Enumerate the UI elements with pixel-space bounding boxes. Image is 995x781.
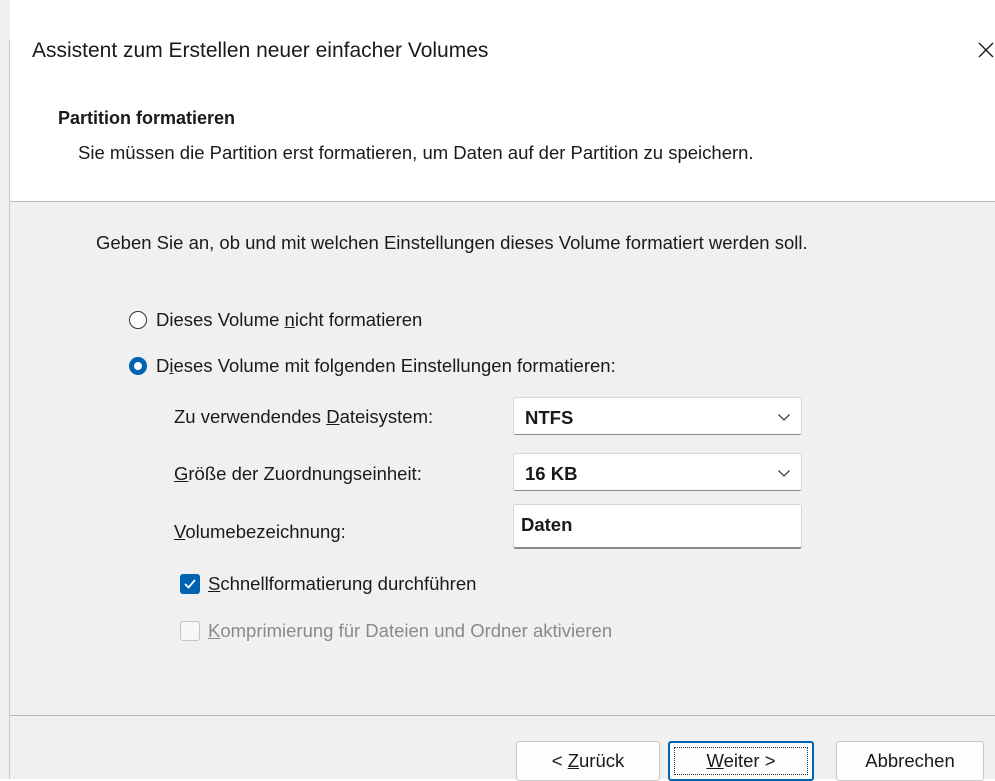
label-part: ateisystem: [339, 406, 434, 427]
label-accelerator: n [284, 309, 295, 330]
volume-label-label: Volumebezeichnung: [174, 521, 346, 543]
label-accelerator: S [208, 573, 221, 594]
filesystem-select[interactable]: NTFS [513, 397, 802, 435]
label-part: omprimierung für Dateien und Ordner akti… [220, 620, 613, 641]
quick-format-label: Schnellformatierung durchführen [208, 573, 476, 595]
footer-divider [10, 715, 995, 716]
label-part: D [156, 355, 170, 376]
allocation-select[interactable]: 16 KB [513, 453, 802, 491]
label-part: chnellformatierung durchführen [220, 573, 477, 594]
radio-no-format-label: Dieses Volume nicht formatieren [156, 309, 422, 331]
next-button[interactable]: Weiter > [668, 741, 814, 781]
back-button-label: < Zurück [552, 750, 625, 772]
chevron-down-icon [777, 410, 791, 429]
cancel-button-label: Abbrechen [865, 750, 955, 771]
quick-format-checkbox[interactable]: Schnellformatierung durchführen [180, 573, 476, 595]
focus-rectangle [674, 747, 808, 775]
label-accelerator: K [208, 620, 221, 641]
radio-format[interactable]: Dieses Volume mit folgenden Einstellunge… [129, 355, 616, 377]
radio-format-indicator[interactable] [129, 357, 147, 375]
label-part: < [551, 750, 568, 771]
page-title: Partition formatieren [58, 108, 236, 128]
label-part: Dieses Volume [156, 309, 285, 330]
instruction-text: Geben Sie an, ob und mit welchen Einstel… [96, 232, 808, 253]
window-title: Assistent zum Erstellen neuer einfacher … [32, 39, 489, 62]
checkbox-empty-icon [180, 621, 200, 641]
compression-label: Komprimierung für Dateien und Ordner akt… [208, 620, 612, 642]
cancel-button[interactable]: Abbrechen [836, 741, 984, 781]
compression-checkbox: Komprimierung für Dateien und Ordner akt… [180, 620, 612, 642]
checkmark-icon[interactable] [180, 574, 200, 594]
back-button[interactable]: < Zurück [516, 741, 660, 781]
radio-no-format[interactable]: Dieses Volume nicht formatieren [129, 309, 422, 331]
label-part: röße der Zuordnungseinheit: [188, 463, 422, 484]
allocation-label: Größe der Zuordnungseinheit: [174, 463, 422, 485]
chevron-down-icon [777, 466, 791, 485]
page-header: Partition formatieren Sie müssen die Par… [10, 100, 995, 202]
allocation-value: 16 KB [525, 463, 578, 484]
label-part: olumebezeichnung: [185, 521, 346, 542]
radio-format-label: Dieses Volume mit folgenden Einstellunge… [156, 355, 616, 377]
volume-label-value: Daten [521, 514, 573, 535]
filesystem-value: NTFS [525, 407, 574, 428]
label-accelerator: V [174, 521, 186, 542]
page-subtitle: Sie müssen die Partition erst formatiere… [78, 142, 754, 163]
filesystem-label: Zu verwendendes Dateisystem: [174, 406, 433, 428]
radio-no-format-indicator[interactable] [129, 311, 147, 329]
label-accelerator: G [174, 463, 189, 484]
wizard-window: Assistent zum Erstellen neuer einfacher … [0, 0, 995, 781]
label-accelerator: Z [567, 750, 579, 771]
volume-label-input[interactable]: Daten [513, 504, 802, 549]
label-accelerator: D [326, 406, 340, 427]
label-part: Zu verwendendes [174, 406, 327, 427]
title-bar: Assistent zum Erstellen neuer einfacher … [10, 0, 995, 100]
label-part: icht formatieren [294, 309, 423, 330]
label-part: urück [579, 750, 625, 771]
close-icon[interactable] [966, 30, 995, 70]
label-part: eses Volume mit folgenden Einstellungen … [173, 355, 616, 376]
